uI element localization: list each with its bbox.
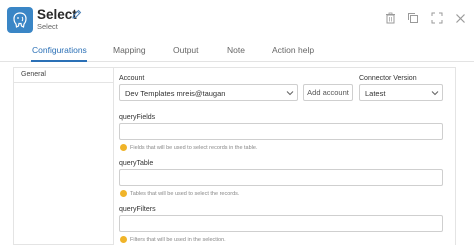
query-table-label: queryTable [119,160,154,167]
dialog-window: Select Select Configurations Mapping Out… [0,0,474,248]
account-label: Account [119,75,145,82]
expand-button[interactable] [430,11,444,25]
lightbulb-icon [120,236,127,243]
chevron-down-icon [286,91,294,96]
expand-icon [431,12,443,24]
page-title: Select [37,7,77,22]
chevron-down-icon [431,91,439,96]
duplicate-button[interactable] [406,11,420,25]
content-area: General Account Dev Templates mreis@taug… [0,63,474,248]
tab-configurations[interactable]: Configurations [32,45,87,55]
sidebar-item-general[interactable]: General [14,68,113,83]
postgresql-logo-icon [7,7,33,33]
query-filters-hint-text: Filters that will be used in the selecti… [130,236,226,243]
page-subtitle: Select [37,22,58,31]
trash-icon [385,12,395,24]
query-table-hint: Tables that will be used to select the r… [120,190,239,197]
close-icon [455,13,465,23]
tab-output[interactable]: Output [173,45,199,55]
edit-icon[interactable] [72,9,82,19]
query-fields-input[interactable] [119,123,443,140]
connector-version-select[interactable]: Latest [359,84,443,101]
account-select-value: Dev Templates mreis@taugan [125,89,226,98]
query-fields-hint: Fields that will be used to select recor… [120,144,257,151]
delete-button[interactable] [383,11,397,25]
lightbulb-icon [120,144,127,151]
tab-mapping[interactable]: Mapping [113,45,146,55]
query-filters-input[interactable] [119,215,443,232]
lightbulb-icon [120,190,127,197]
close-button[interactable] [453,11,467,25]
active-tab-indicator [31,60,87,62]
connector-version-value: Latest [365,89,386,98]
query-fields-label: queryFields [119,114,156,121]
tab-note[interactable]: Note [227,45,245,55]
header: Select Select [0,0,474,40]
query-filters-hint: Filters that will be used in the selecti… [120,236,226,243]
sidebar: General [13,67,113,245]
add-account-button[interactable]: Add account [303,84,353,101]
query-filters-label: queryFilters [119,206,156,213]
copy-icon [408,13,418,23]
form-panel: Account Dev Templates mreis@taugan Add a… [113,67,456,245]
query-table-input[interactable] [119,169,443,186]
tab-bar: Configurations Mapping Output Note Actio… [0,40,474,62]
connector-version-label: Connector Version [359,75,417,82]
account-select[interactable]: Dev Templates mreis@taugan [119,84,298,101]
tab-action-help[interactable]: Action help [272,45,314,55]
query-table-hint-text: Tables that will be used to select the r… [130,190,240,197]
query-fields-hint-text: Fields that will be used to select recor… [130,144,258,151]
